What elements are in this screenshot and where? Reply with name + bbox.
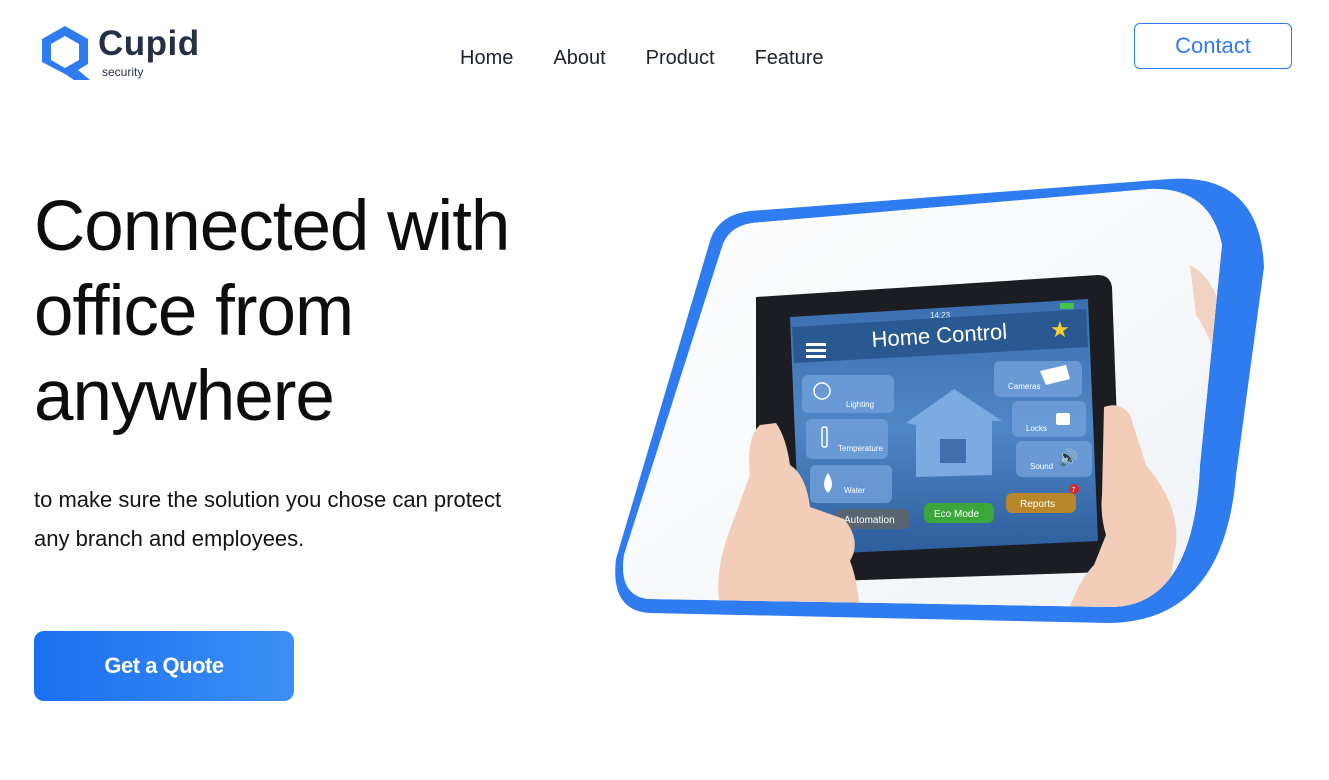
nav-home[interactable]: Home — [460, 46, 513, 70]
brand-tagline: security — [102, 65, 144, 79]
hero-subtitle-line: any branch and employees. — [34, 526, 305, 551]
star-icon: ★ — [1050, 317, 1070, 342]
hero-title-line: Connected with — [34, 187, 510, 266]
nav-feature[interactable]: Feature — [755, 46, 824, 70]
tile-label: Sound — [1030, 462, 1053, 471]
hero-subtitle: to make sure the solution you chose can … — [34, 480, 594, 558]
hero-title-line: anywhere — [34, 357, 335, 436]
speaker-icon: 🔊 — [1058, 448, 1078, 467]
tile-label: Lighting — [846, 400, 874, 409]
nav-product[interactable]: Product — [646, 46, 715, 70]
button-label: Eco Mode — [934, 509, 979, 520]
nav-about[interactable]: About — [553, 46, 605, 70]
hero-image: 14:23 Home Control ★ Lighting Temperatur… — [615, 178, 1264, 623]
brand-name: Cupid — [98, 24, 200, 63]
brand-logo[interactable]: Cupid security — [34, 22, 199, 84]
tile-label: Water — [844, 486, 865, 495]
menu-icon — [806, 343, 826, 358]
tile-cameras: Cameras — [994, 361, 1082, 397]
eco-mode-button: Eco Mode — [924, 503, 994, 523]
hero-subtitle-line: to make sure the solution you chose can … — [34, 487, 502, 512]
main-nav: Home About Product Feature — [460, 46, 824, 70]
tile-lighting: Lighting — [802, 375, 894, 413]
tile-label: Cameras — [1008, 382, 1040, 391]
button-label: Reports — [1020, 499, 1055, 510]
button-label: Automation — [844, 515, 895, 526]
get-quote-button[interactable]: Get a Quote — [34, 631, 294, 701]
tile-water: Water — [810, 465, 892, 503]
tile-temperature: Temperature — [806, 419, 888, 459]
hero-title: Connected with office from anywhere — [34, 184, 594, 439]
contact-button[interactable]: Contact — [1134, 23, 1292, 69]
tile-label: Temperature — [838, 444, 883, 453]
tile-sound: 🔊 Sound — [1016, 441, 1092, 477]
reports-badge: 7 — [1072, 487, 1076, 494]
cupid-logo-icon — [42, 26, 90, 80]
hero-title-line: office from — [34, 272, 354, 351]
tile-label: Locks — [1026, 424, 1047, 433]
tile-locks: Locks — [1012, 401, 1086, 437]
